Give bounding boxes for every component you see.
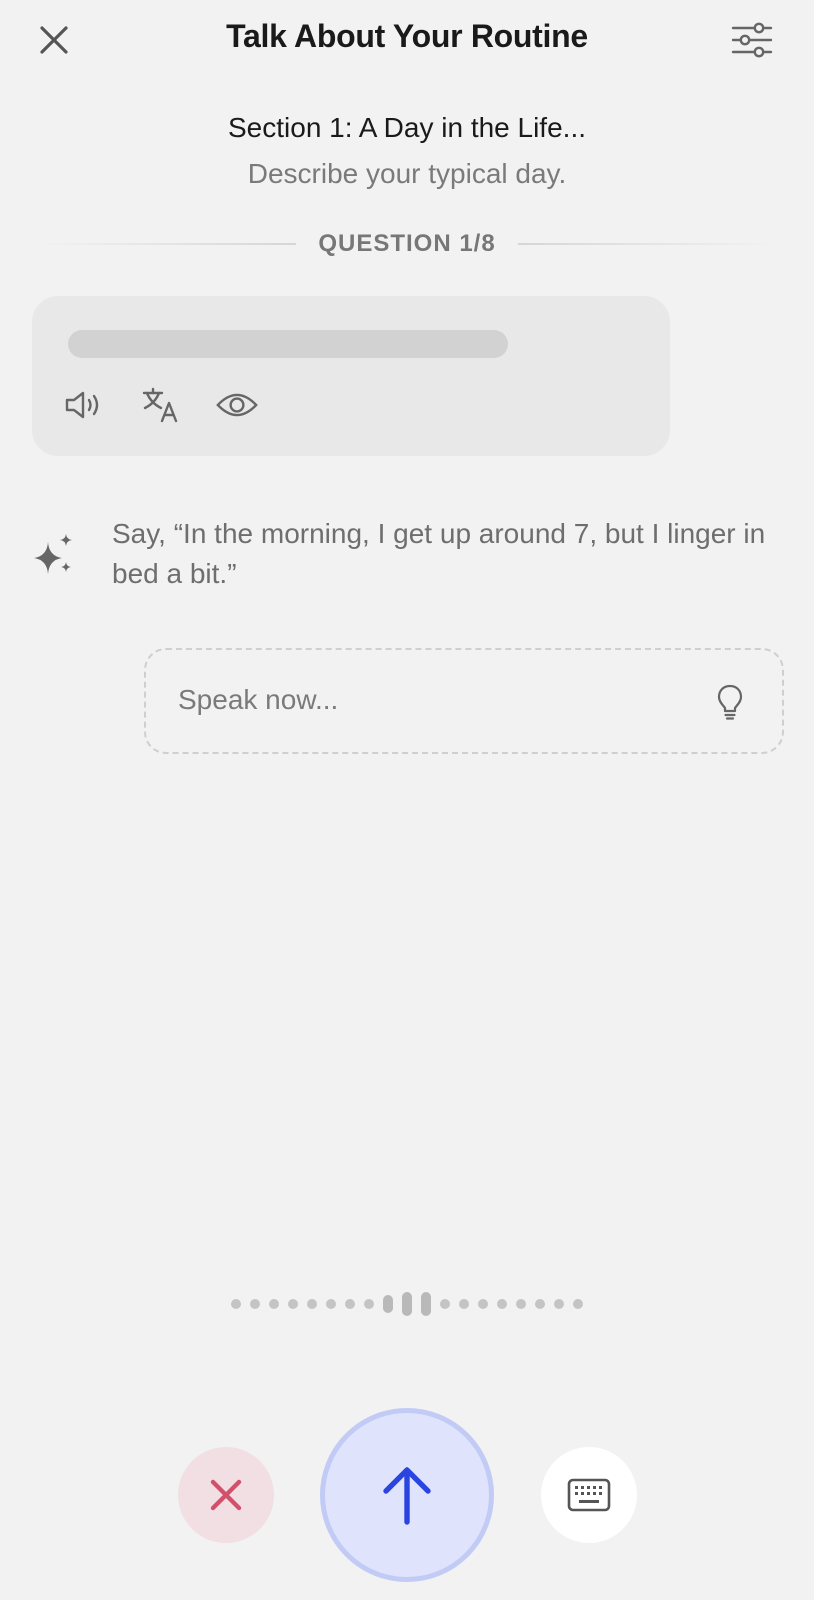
divider-line bbox=[517, 243, 774, 245]
wave-dot bbox=[231, 1299, 241, 1309]
lightbulb-icon bbox=[717, 684, 743, 720]
arrow-up-icon bbox=[383, 1467, 431, 1525]
wave-dot bbox=[573, 1299, 583, 1309]
speak-placeholder: Speak now... bbox=[178, 684, 339, 715]
wave-dot bbox=[497, 1299, 507, 1309]
translate-button[interactable] bbox=[140, 384, 182, 426]
prompt-card bbox=[32, 296, 670, 456]
audio-waveform bbox=[0, 1290, 814, 1318]
wave-dot bbox=[307, 1299, 317, 1309]
hint-text: Say, “In the morning, I get up around 7,… bbox=[112, 518, 766, 589]
wave-dot bbox=[326, 1299, 336, 1309]
keyboard-icon bbox=[567, 1478, 611, 1512]
x-icon bbox=[210, 1479, 242, 1511]
reveal-text-button[interactable] bbox=[216, 384, 258, 426]
divider-line bbox=[40, 243, 297, 245]
wave-dot bbox=[364, 1299, 374, 1309]
play-audio-button[interactable] bbox=[64, 384, 106, 426]
sliders-icon bbox=[731, 22, 773, 58]
speak-input[interactable]: Speak now... bbox=[144, 648, 784, 754]
keyboard-button[interactable] bbox=[541, 1447, 637, 1543]
prompt-actions bbox=[64, 384, 258, 426]
wave-dot bbox=[345, 1299, 355, 1309]
wave-dot bbox=[250, 1299, 260, 1309]
settings-button[interactable] bbox=[730, 18, 774, 62]
header: Talk About Your Routine bbox=[0, 0, 814, 80]
send-button[interactable] bbox=[320, 1408, 494, 1582]
wave-dot bbox=[440, 1299, 450, 1309]
wave-bar bbox=[421, 1292, 431, 1316]
question-divider: QUESTION 1/8 bbox=[40, 226, 774, 262]
section-title: Section 1: A Day in the Life... bbox=[228, 112, 586, 143]
section-subtitle: Describe your typical day. bbox=[247, 158, 567, 189]
wave-dot bbox=[478, 1299, 488, 1309]
wave-dot bbox=[516, 1299, 526, 1309]
wave-dot bbox=[554, 1299, 564, 1309]
wave-dot bbox=[535, 1299, 545, 1309]
wave-dot bbox=[459, 1299, 469, 1309]
hidden-text-placeholder bbox=[68, 330, 508, 358]
wave-bar bbox=[383, 1295, 393, 1313]
question-counter: QUESTION 1/8 bbox=[318, 230, 496, 257]
page-title: Talk About Your Routine bbox=[226, 18, 588, 54]
sparkle-icon bbox=[34, 534, 72, 574]
eye-icon bbox=[216, 393, 258, 417]
wave-bar bbox=[402, 1292, 412, 1316]
wave-dot bbox=[269, 1299, 279, 1309]
translate-icon bbox=[142, 387, 178, 423]
hint-button[interactable] bbox=[712, 682, 748, 722]
cancel-recording-button[interactable] bbox=[178, 1447, 274, 1543]
speaker-icon bbox=[65, 391, 99, 419]
wave-dot bbox=[288, 1299, 298, 1309]
